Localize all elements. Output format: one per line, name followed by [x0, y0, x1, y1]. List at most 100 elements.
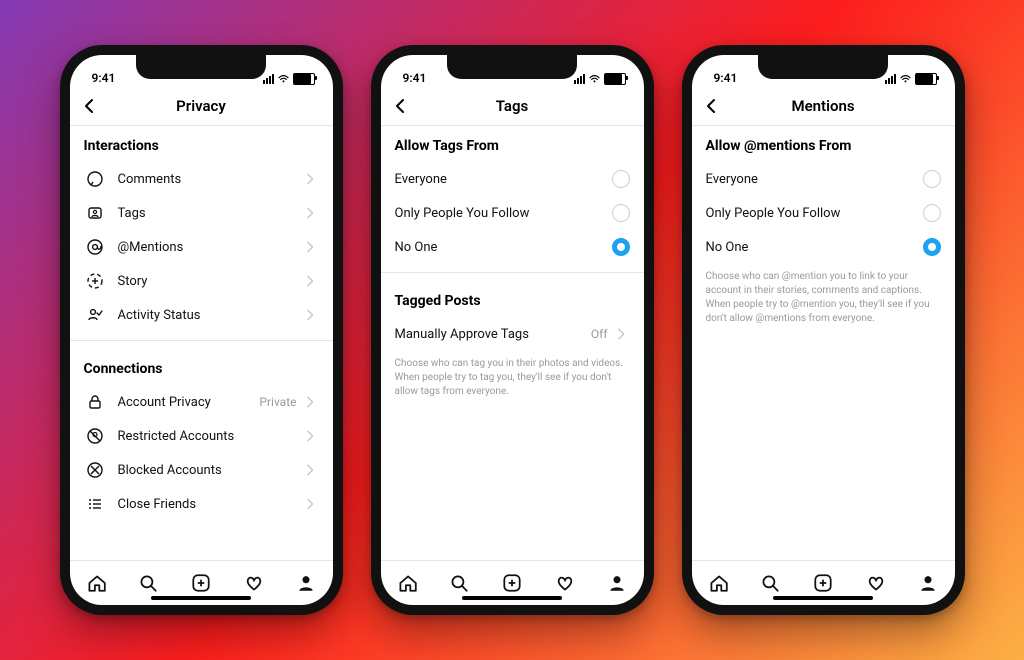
chevron-right-icon	[303, 392, 319, 412]
battery-icon	[604, 73, 626, 85]
home-indicator[interactable]	[462, 596, 562, 600]
restricted-icon	[84, 426, 106, 446]
option-no-one[interactable]: No One	[692, 230, 955, 264]
chevron-right-icon	[303, 305, 319, 325]
tab-new-post[interactable]	[812, 572, 834, 594]
tab-home[interactable]	[85, 572, 107, 594]
row-label: Tags	[118, 206, 146, 221]
radio-icon	[612, 170, 630, 188]
chevron-right-icon	[303, 203, 319, 223]
option-people-you-follow[interactable]: Only People You Follow	[381, 196, 644, 230]
tab-search[interactable]	[759, 572, 781, 594]
comment-icon	[84, 169, 106, 189]
option-everyone[interactable]: Everyone	[381, 162, 644, 196]
row-account-privacy[interactable]: Account Privacy Private	[70, 385, 333, 419]
row-close-friends[interactable]: Close Friends	[70, 487, 333, 521]
row-label: Close Friends	[118, 497, 197, 512]
row-activity-status[interactable]: Activity Status	[70, 298, 333, 332]
chevron-right-icon	[303, 169, 319, 189]
tab-home[interactable]	[707, 572, 729, 594]
home-indicator[interactable]	[773, 596, 873, 600]
wifi-icon	[277, 72, 290, 85]
radio-icon	[923, 170, 941, 188]
option-everyone[interactable]: Everyone	[692, 162, 955, 196]
row-restricted-accounts[interactable]: Restricted Accounts	[70, 419, 333, 453]
list-icon	[84, 494, 106, 514]
section-tagged-posts: Tagged Posts	[381, 281, 644, 317]
status-time: 9:41	[714, 71, 738, 85]
page-title: Tags	[496, 97, 529, 115]
radio-icon	[923, 204, 941, 222]
battery-icon	[915, 73, 937, 85]
back-button[interactable]	[391, 96, 411, 116]
row-blocked-accounts[interactable]: Blocked Accounts	[70, 453, 333, 487]
help-text: Choose who can @mention you to link to y…	[692, 264, 955, 326]
page-title: Privacy	[176, 97, 226, 115]
option-label: No One	[395, 240, 438, 255]
tab-search[interactable]	[448, 572, 470, 594]
radio-selected-icon	[612, 238, 630, 256]
status-time: 9:41	[403, 71, 427, 85]
back-button[interactable]	[80, 96, 100, 116]
content: Allow Tags From Everyone Only People You…	[381, 126, 644, 560]
option-label: Everyone	[706, 172, 758, 187]
lock-icon	[84, 392, 106, 412]
tab-new-post[interactable]	[190, 572, 212, 594]
row-label: Comments	[118, 172, 182, 187]
divider	[70, 340, 333, 341]
tab-profile[interactable]	[295, 572, 317, 594]
tab-search[interactable]	[137, 572, 159, 594]
battery-icon	[293, 73, 315, 85]
home-indicator[interactable]	[151, 596, 251, 600]
section-connections: Connections	[70, 349, 333, 385]
option-label: No One	[706, 240, 749, 255]
row-label: Account Privacy	[118, 395, 211, 410]
at-icon	[84, 237, 106, 257]
activity-icon	[84, 305, 106, 325]
notch	[447, 55, 577, 79]
status-time: 9:41	[92, 71, 116, 85]
chevron-right-icon	[614, 324, 630, 344]
navbar: Tags	[381, 87, 644, 126]
option-no-one[interactable]: No One	[381, 230, 644, 264]
row-comments[interactable]: Comments	[70, 162, 333, 196]
wifi-icon	[899, 72, 912, 85]
notch	[136, 55, 266, 79]
row-story[interactable]: Story	[70, 264, 333, 298]
chevron-right-icon	[303, 237, 319, 257]
signal-icon	[574, 74, 585, 84]
option-label: Only People You Follow	[395, 206, 530, 221]
back-button[interactable]	[702, 96, 722, 116]
chevron-right-icon	[303, 460, 319, 480]
row-label: @Mentions	[118, 240, 184, 255]
row-label: Story	[118, 274, 148, 289]
tab-new-post[interactable]	[501, 572, 523, 594]
tab-profile[interactable]	[917, 572, 939, 594]
option-label: Only People You Follow	[706, 206, 841, 221]
row-mentions[interactable]: @Mentions	[70, 230, 333, 264]
option-people-you-follow[interactable]: Only People You Follow	[692, 196, 955, 230]
divider	[381, 272, 644, 273]
blocked-icon	[84, 460, 106, 480]
chevron-right-icon	[303, 426, 319, 446]
row-value: Private	[259, 395, 296, 409]
tab-activity[interactable]	[554, 572, 576, 594]
notch	[758, 55, 888, 79]
section-allow-mentions: Allow @mentions From	[692, 126, 955, 162]
tab-activity[interactable]	[243, 572, 265, 594]
signal-icon	[885, 74, 896, 84]
row-label: Blocked Accounts	[118, 463, 222, 478]
help-text: Choose who can tag you in their photos a…	[381, 351, 644, 399]
content: Allow @mentions From Everyone Only Peopl…	[692, 126, 955, 560]
content: Interactions Comments Tags @Mentions	[70, 126, 333, 560]
section-allow-tags: Allow Tags From	[381, 126, 644, 162]
row-manually-approve[interactable]: Manually Approve Tags Off	[381, 317, 644, 351]
row-tags[interactable]: Tags	[70, 196, 333, 230]
tab-activity[interactable]	[865, 572, 887, 594]
tab-home[interactable]	[396, 572, 418, 594]
phone-privacy: 9:41 Privacy Interactions Comments	[60, 45, 343, 615]
wifi-icon	[588, 72, 601, 85]
chevron-right-icon	[303, 494, 319, 514]
navbar: Privacy	[70, 87, 333, 126]
tab-profile[interactable]	[606, 572, 628, 594]
